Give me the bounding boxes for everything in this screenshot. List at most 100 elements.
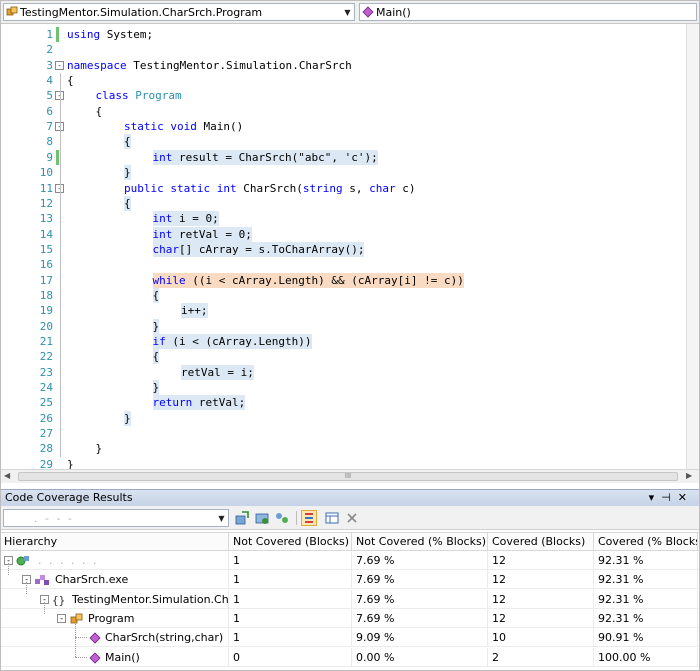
code-line[interactable]: 29} <box>0 457 686 469</box>
column-header-not-covered-pct[interactable]: Not Covered (% Blocks) <box>352 533 488 551</box>
covered-blocks-cell: 12 <box>488 589 594 609</box>
code-line[interactable]: 25 return retVal; <box>0 395 686 411</box>
close-icon[interactable]: ✕ <box>678 491 694 504</box>
not-covered-blocks-cell: 1 <box>229 589 352 609</box>
code-token: ; <box>146 28 154 41</box>
column-header-covered-blocks[interactable]: Covered (Blocks) <box>488 533 594 551</box>
coverage-run-icon <box>16 554 30 570</box>
code-line[interactable]: 22 { <box>0 349 686 365</box>
coverage-run-selector[interactable]: . - - - ▼ <box>3 509 229 527</box>
code-token: i <box>404 273 411 287</box>
line-number: 13 <box>39 212 53 226</box>
merge-results-button[interactable] <box>274 510 290 526</box>
coverage-row[interactable]: -. . . . . . 1 7.69 % 12 92.31 % <box>0 551 700 570</box>
show-coloring-button[interactable] <box>301 510 317 526</box>
code-token: CharSrch <box>238 150 292 164</box>
scrollbar-thumb[interactable]: III <box>18 472 678 481</box>
code-line[interactable]: 23 retVal = i; <box>0 364 686 380</box>
column-header-not-covered-blocks[interactable]: Not Covered (Blocks) <box>229 533 352 551</box>
vertical-scrollbar[interactable] <box>686 24 700 469</box>
export-results-button[interactable] <box>254 510 270 526</box>
import-results-button[interactable] <box>234 510 250 526</box>
code-line[interactable]: 15 char[] cArray = s.ToCharArray(); <box>0 241 686 257</box>
code-token: ] != <box>410 273 444 287</box>
code-text: { <box>96 104 103 119</box>
coverage-row[interactable]: Main() 0 0.00 % 2 100.00 % <box>0 647 700 667</box>
pane-dropdown-icon[interactable]: ▾ <box>649 491 662 504</box>
code-token: ); <box>364 150 378 164</box>
code-line[interactable]: 19 i++; <box>0 303 686 319</box>
code-line[interactable]: 8{ <box>0 134 686 150</box>
code-line[interactable]: 27 <box>0 426 686 441</box>
code-token: )) <box>450 273 464 287</box>
coverage-row[interactable]: - Program 1 7.69 % 12 92.31 % <box>0 608 700 628</box>
code-token: )) <box>298 335 312 348</box>
column-header-hierarchy[interactable]: Hierarchy <box>0 533 229 551</box>
keyword-token: string <box>302 181 343 195</box>
pane-window-buttons: ▾⊣✕ <box>649 490 694 506</box>
scroll-left-icon[interactable]: ◀ <box>4 471 10 480</box>
pin-icon[interactable]: ⊣ <box>661 491 678 504</box>
code-token: ) <box>408 181 416 195</box>
code-line[interactable]: 7-static void Main() <box>0 119 686 134</box>
code-text: } <box>124 165 131 181</box>
code-line[interactable]: 13 int i = 0; <box>0 211 686 227</box>
method-icon <box>88 651 102 667</box>
not-covered-blocks-cell: 1 <box>229 608 352 628</box>
code-editor[interactable]: 1 using System; 2 3- namespace TestingMentor… <box>0 24 700 469</box>
code-line[interactable]: 1 using System; <box>0 27 686 42</box>
code-line[interactable]: 14 int retVal = 0; <box>0 226 686 242</box>
keyword-token: int <box>152 227 173 241</box>
chevron-down-icon[interactable]: ▼ <box>341 4 354 20</box>
code-line[interactable]: 21 if (i < (cArray.Length)) <box>0 334 686 349</box>
code-line[interactable]: 18 { <box>0 287 686 303</box>
remove-results-button[interactable] <box>344 510 360 526</box>
svg-text:{}: {} <box>52 594 65 607</box>
line-number: 18 <box>39 288 53 302</box>
horizontal-scrollbar[interactable]: ◀ III ▶ <box>0 469 700 483</box>
covered-blocks-cell: 2 <box>488 647 594 667</box>
collapse-icon[interactable]: - <box>55 60 64 70</box>
add-remove-columns-button[interactable] <box>324 510 340 526</box>
hierarchy-cell[interactable]: CharSrch(string,char) <box>0 628 229 648</box>
code-line[interactable]: 28} <box>0 441 686 456</box>
code-token: i <box>179 212 186 226</box>
code-token: cArray <box>198 242 239 256</box>
hierarchy-cell[interactable]: -. . . . . . <box>0 551 229 570</box>
scroll-right-icon[interactable]: ▶ <box>686 471 692 480</box>
code-token: ( <box>296 181 303 195</box>
hierarchy-cell[interactable]: Main() <box>0 647 229 667</box>
code-line[interactable]: 2 <box>0 42 686 57</box>
code-line[interactable]: 3- namespace TestingMentor.Simulation.Cha… <box>0 58 686 73</box>
hierarchy-cell[interactable]: - Program <box>0 608 229 628</box>
code-line[interactable]: 24} <box>0 380 686 396</box>
tree-connector <box>75 637 87 639</box>
code-line[interactable]: 16 <box>0 257 686 272</box>
type-selector-dropdown[interactable]: TestingMentor.Simulation.CharSrch.Progra… <box>3 3 355 21</box>
code-line[interactable]: 12 { <box>0 195 686 211</box>
code-line[interactable]: 6{ <box>0 104 686 119</box>
code-text: } <box>152 380 160 396</box>
code-line[interactable]: 26} <box>0 410 686 426</box>
toolbar-separator <box>296 511 297 525</box>
hierarchy-cell[interactable]: -{}TestingMentor.Simulation.CharSrc <box>0 589 229 609</box>
hierarchy-cell[interactable]: - CharSrch.exe <box>0 570 229 590</box>
covered-pct-cell: 92.31 % <box>594 589 698 609</box>
tree-collapse-icon[interactable]: - <box>57 613 66 623</box>
code-line[interactable]: 10} <box>0 165 686 181</box>
code-line[interactable]: 17 while ((i < cArray.Length) && (cArray[… <box>0 272 686 288</box>
member-selector-dropdown[interactable]: Main() <box>359 3 697 21</box>
coverage-row[interactable]: CharSrch(string,char) 1 9.09 % 10 90.91 % <box>0 628 700 648</box>
not-covered-pct-cell: 7.69 % <box>352 570 488 590</box>
column-header-covered-pct[interactable]: Covered (% Blocks) <box>594 533 698 551</box>
chevron-down-icon[interactable]: ▼ <box>215 510 228 526</box>
code-line[interactable]: 11-public static int CharSrch(string s, … <box>0 181 686 196</box>
code-text: { <box>124 134 131 150</box>
code-line[interactable]: 9 int result = CharSrch("abc", 'c'); <box>0 149 686 165</box>
code-line[interactable]: 5-class Program <box>0 88 686 103</box>
coverage-row[interactable]: -{}TestingMentor.Simulation.CharSrc17.69… <box>0 589 700 609</box>
code-line[interactable]: 20} <box>0 318 686 334</box>
code-line[interactable]: 4{ <box>0 73 686 88</box>
coverage-row[interactable]: - CharSrch.exe 1 7.69 % 12 92.31 % <box>0 570 700 590</box>
